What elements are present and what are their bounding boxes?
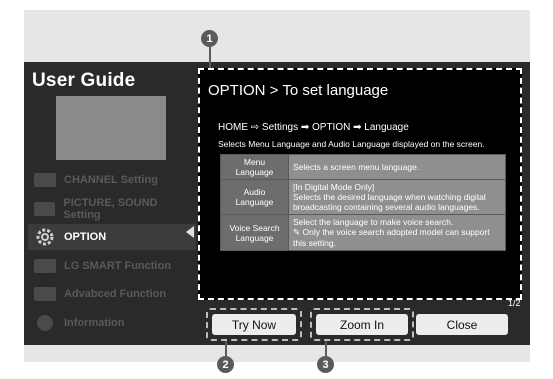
callout-marker-3: 3	[317, 356, 334, 373]
menu-item-advanced-function[interactable]: Advabced Function	[34, 281, 194, 307]
menu-item-label: OPTION	[64, 231, 107, 243]
menu-item-label: CHANNEL Setting	[64, 174, 158, 186]
figure-frame: User Guide CHANNEL Setting PICTURE, SOUN…	[0, 0, 553, 379]
callout-line-1	[209, 47, 211, 68]
row-value: Select the language to make voice search…	[288, 214, 506, 251]
content-title: OPTION > To set language	[208, 82, 389, 99]
active-item-pointer-icon	[186, 226, 194, 238]
picture-sound-icon	[34, 202, 56, 216]
table-row: Audio Language [In Digital Mode Only] Se…	[220, 179, 506, 215]
guide-content-panel: OPTION > To set language HOME ⇨ Settings…	[198, 68, 522, 300]
smart-icon	[34, 259, 56, 273]
menu-item-channel-setting[interactable]: CHANNEL Setting	[34, 167, 194, 193]
language-options-table: Menu Language Selects a screen menu lang…	[220, 154, 506, 251]
user-guide-title: User Guide	[32, 70, 136, 91]
row-key: Menu Language	[220, 154, 289, 180]
menu-item-label: PICTURE, SOUND Setting	[63, 197, 158, 221]
preview-thumbnail	[56, 96, 166, 160]
close-button[interactable]: Close	[416, 314, 508, 335]
menu-item-lg-smart-function[interactable]: LG SMART Function	[34, 253, 194, 279]
content-description: Selects Menu Language and Audio Language…	[218, 139, 485, 149]
table-row: Menu Language Selects a screen menu lang…	[220, 154, 506, 180]
menu-item-picture-sound-setting[interactable]: PICTURE, SOUND Setting	[34, 196, 194, 222]
gear-icon	[34, 226, 56, 248]
menu-item-label: LG SMART Function	[64, 260, 171, 272]
advanced-icon	[34, 287, 56, 301]
page-indicator: 1/2	[508, 298, 521, 308]
menu-item-label: Advabced Function	[64, 288, 167, 300]
callout-marker-2: 2	[217, 356, 234, 373]
breadcrumb: HOME ⇨ Settings ➡ OPTION ➡ Language	[218, 122, 409, 133]
table-row: Voice Search Language Select the languag…	[220, 214, 506, 251]
zoom-in-button[interactable]: Zoom In	[316, 314, 408, 335]
menu-item-option[interactable]: OPTION	[28, 224, 196, 250]
channel-icon	[34, 173, 56, 187]
callout-marker-1: 1	[201, 30, 218, 47]
row-key: Voice Search Language	[220, 214, 289, 251]
row-value: [In Digital Mode Only] Selects the desir…	[288, 179, 506, 215]
menu-item-label: Information	[64, 317, 125, 329]
row-value: Selects a screen menu language.	[288, 154, 506, 180]
row-key: Audio Language	[220, 179, 289, 215]
try-now-button[interactable]: Try Now	[212, 314, 296, 335]
menu-item-information[interactable]: Information	[34, 310, 194, 336]
info-icon	[37, 315, 53, 331]
